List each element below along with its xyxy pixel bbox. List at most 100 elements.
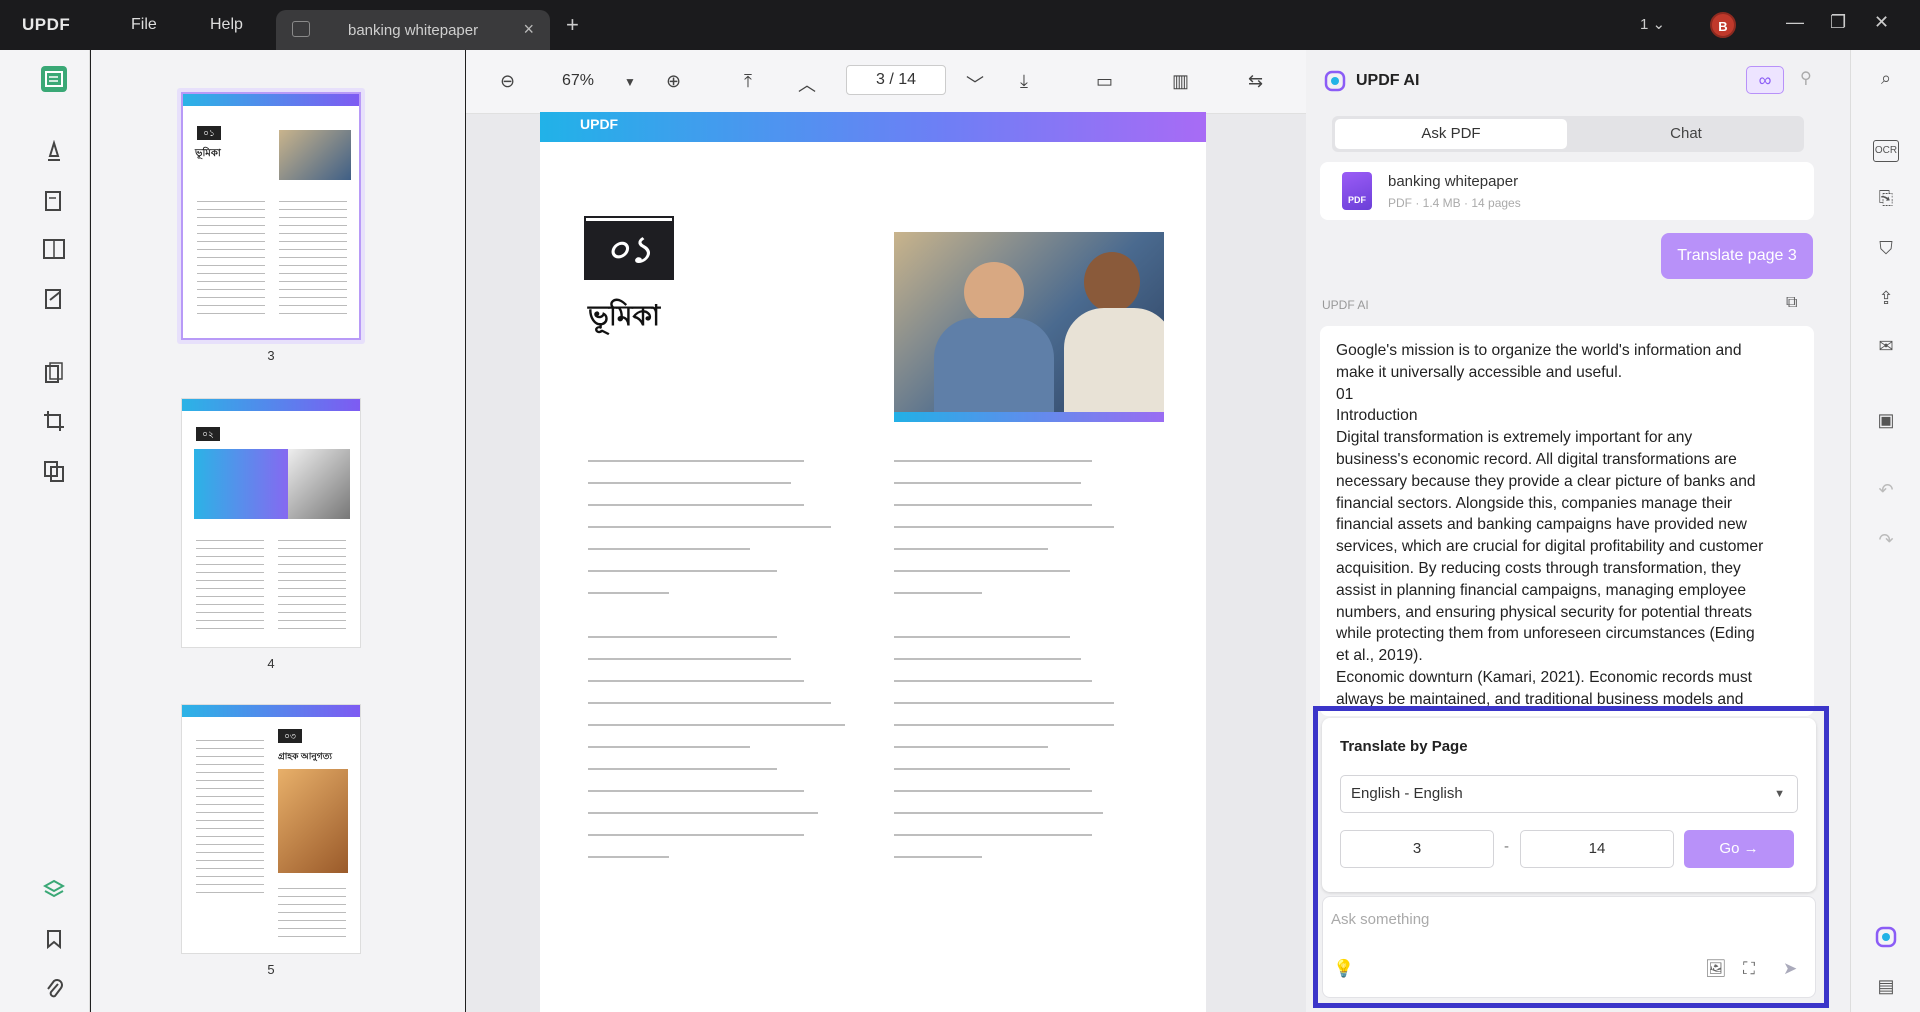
image-icon[interactable]: 🖼 <box>1705 959 1727 979</box>
user-message: Translate page 3 <box>1661 233 1813 279</box>
email-icon[interactable]: ✉ <box>1873 336 1899 362</box>
close-window-icon[interactable]: ✕ <box>1874 12 1889 33</box>
attachment-icon[interactable] <box>41 976 67 1002</box>
lightbulb-icon[interactable]: 💡 <box>1333 959 1354 979</box>
tab-ask-pdf[interactable]: Ask PDF <box>1335 119 1567 149</box>
thumbnail-page-3[interactable]: ০১ ভূমিকা <box>181 92 361 340</box>
page-text-line <box>588 856 669 858</box>
search-icon[interactable]: ⌕ <box>1873 68 1899 94</box>
to-page-input[interactable]: 14 <box>1520 830 1674 868</box>
page-text-line <box>894 856 982 858</box>
convert-icon[interactable]: ⎘ <box>1873 188 1899 214</box>
from-page-input[interactable]: 3 <box>1340 830 1494 868</box>
pin-icon[interactable]: ⚲ <box>1800 68 1812 88</box>
ask-input[interactable]: Ask something <box>1331 911 1429 928</box>
attached-file-card[interactable]: PDF banking whitepaper PDF · 1.4 MB · 14… <box>1320 162 1814 220</box>
undo-icon[interactable]: ↶ <box>1873 480 1899 506</box>
thumbnail-label-3: 3 <box>267 348 275 363</box>
thumbnail-page-5[interactable]: ০৩ গ্রাহক আনুগত্য <box>181 704 361 954</box>
ai-icon[interactable] <box>1873 926 1899 952</box>
page-text-line <box>894 526 1114 528</box>
ask-input-area[interactable]: Ask something 💡 🖼 ⛶ ➤ <box>1322 896 1816 998</box>
layers-icon[interactable] <box>41 876 67 902</box>
updf-ai-logo-icon <box>1324 70 1346 92</box>
page-text-line <box>588 724 845 726</box>
save-icon[interactable]: ▣ <box>1873 410 1899 436</box>
page-text-line <box>894 812 1103 814</box>
share-icon[interactable]: ⇪ <box>1873 288 1899 314</box>
page-text-line <box>894 592 982 594</box>
thumbnail-text-right <box>278 881 346 937</box>
page-number-input[interactable]: 3 / 14 <box>846 65 946 95</box>
tab-chat[interactable]: Chat <box>1570 119 1802 149</box>
right-toolbar: ⌕ OCR ⎘ ⛉ ⇪ ✉ ▣ ↶ ↷ ▤ <box>1850 50 1920 1012</box>
thumbnail-label-5: 5 <box>267 962 275 977</box>
thumbnail-photo <box>288 449 350 519</box>
chapter-number: ০১ <box>584 216 674 280</box>
page-text-line <box>588 460 804 462</box>
thumbnail-text-right <box>279 194 347 314</box>
go-button[interactable]: Go → <box>1684 830 1794 868</box>
left-toolbar <box>0 50 90 1012</box>
last-page-icon[interactable]: ⤓ <box>1020 71 1028 92</box>
translate-icon[interactable]: ⇆ <box>1248 71 1263 92</box>
minimize-icon[interactable]: — <box>1786 12 1804 33</box>
document-tab-title: banking whitepaper <box>348 22 479 39</box>
previous-page-icon[interactable]: ︿ <box>798 71 816 97</box>
new-tab-icon[interactable]: + <box>566 12 579 38</box>
page-tools-icon[interactable] <box>41 360 67 386</box>
avatar[interactable]: B <box>1710 12 1736 38</box>
zoom-level[interactable]: 67% <box>562 72 594 90</box>
page-text-line <box>588 658 791 660</box>
page-text-line <box>894 702 1114 704</box>
ocr-icon[interactable]: OCR <box>1873 140 1899 162</box>
comment-list-icon[interactable]: ▤ <box>1873 976 1899 1002</box>
zoom-in-icon[interactable]: ⊕ <box>666 71 681 92</box>
screenshot-icon[interactable]: ⛶ <box>1743 959 1755 979</box>
zoom-dropdown-icon[interactable]: ▼ <box>624 75 636 89</box>
ai-response-label: UPDF AI <box>1322 298 1369 312</box>
ai-mode-tabs: Ask PDF Chat <box>1332 116 1804 152</box>
page-text-line <box>894 768 1070 770</box>
thumbnail-panel[interactable]: ০১ ভূমিকা 3 ০২ 4 ০৩ গ্রাহক আনুগত্য 5 <box>91 50 465 1012</box>
first-page-icon[interactable]: ⤒ <box>744 71 752 92</box>
viewer-toolbar: ⊖ 67% ▼ ⊕ ⤒ ︿ 3 / 14 ﹀ ⤓ ▭ ▥ ⇆ <box>466 50 1306 114</box>
organize-icon[interactable] <box>41 236 67 262</box>
document-tab[interactable]: banking whitepaper × <box>276 10 550 50</box>
pdf-page: UPDF ০১ ভূমিকা <box>540 112 1206 1012</box>
menu-file[interactable]: File <box>131 16 157 34</box>
maximize-icon[interactable]: ❐ <box>1830 12 1846 33</box>
bookmark-icon[interactable] <box>41 926 67 952</box>
reader-icon[interactable] <box>41 66 67 92</box>
zoom-out-icon[interactable]: ⊖ <box>500 71 515 92</box>
crop-icon[interactable] <box>41 408 67 434</box>
redo-icon[interactable]: ↷ <box>1873 530 1899 556</box>
presentation-icon[interactable]: ▭ <box>1096 71 1113 92</box>
page-text-line <box>894 460 1092 462</box>
page-text-line <box>588 548 750 550</box>
thumbnail-page-4[interactable]: ০২ <box>181 398 361 648</box>
compare-icon[interactable] <box>41 458 67 484</box>
close-tab-icon[interactable]: × <box>523 19 534 40</box>
comment-icon[interactable] <box>41 138 67 164</box>
menu-help[interactable]: Help <box>210 16 243 34</box>
form-icon[interactable] <box>41 286 67 312</box>
thumbnail-title: ভূমিকা <box>195 148 221 159</box>
page-range-separator: - <box>1504 838 1509 855</box>
page-layout-icon[interactable]: ▥ <box>1172 71 1189 92</box>
page-title: ভূমিকা <box>588 300 661 331</box>
next-page-icon[interactable]: ﹀ <box>966 71 984 97</box>
language-select[interactable]: English - English ▼ <box>1340 775 1798 813</box>
page-text-line <box>894 504 1092 506</box>
send-icon[interactable]: ➤ <box>1783 959 1797 979</box>
page-text-line <box>894 834 1092 836</box>
infinity-mode-icon[interactable]: ∞ <box>1746 66 1784 94</box>
protect-icon[interactable]: ⛉ <box>1873 238 1899 264</box>
page-text-line <box>588 482 791 484</box>
attached-file-meta: PDF · 1.4 MB · 14 pages <box>1388 196 1521 210</box>
export-icon[interactable]: ⧉ <box>1786 294 1797 312</box>
edit-icon[interactable] <box>41 188 67 214</box>
window-count[interactable]: 1 ⌄ <box>1640 15 1665 33</box>
language-select-value: English - English <box>1351 785 1463 802</box>
page-text-line <box>588 504 804 506</box>
